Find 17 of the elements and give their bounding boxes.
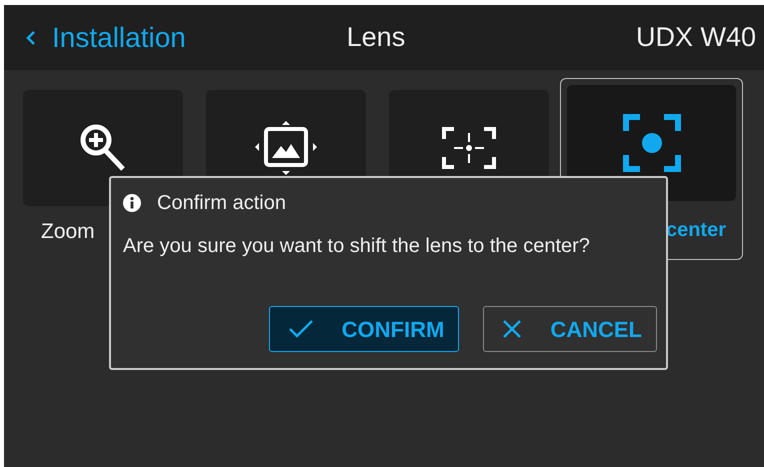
zoom-in-icon <box>79 123 127 173</box>
info-icon <box>123 194 141 212</box>
model-name: UDX W40 <box>636 21 756 54</box>
tile-label: center <box>666 218 726 243</box>
check-icon <box>288 319 314 339</box>
tile-label: Zoom <box>41 219 95 245</box>
confirm-button[interactable]: CONFIRM <box>268 306 460 352</box>
page-title: Lens <box>346 21 406 54</box>
image-arrows-icon <box>255 121 317 175</box>
focus-frame-icon <box>442 127 496 169</box>
dialog-message: Are you sure you want to shift the lens to the center? <box>123 234 590 259</box>
dialog-title: Confirm action <box>157 191 286 216</box>
back-link[interactable]: Installation <box>26 16 186 58</box>
center-target-icon <box>622 114 680 172</box>
cancel-button[interactable]: CANCEL <box>483 306 657 352</box>
back-chevron-icon <box>26 30 36 46</box>
close-icon <box>502 319 522 339</box>
